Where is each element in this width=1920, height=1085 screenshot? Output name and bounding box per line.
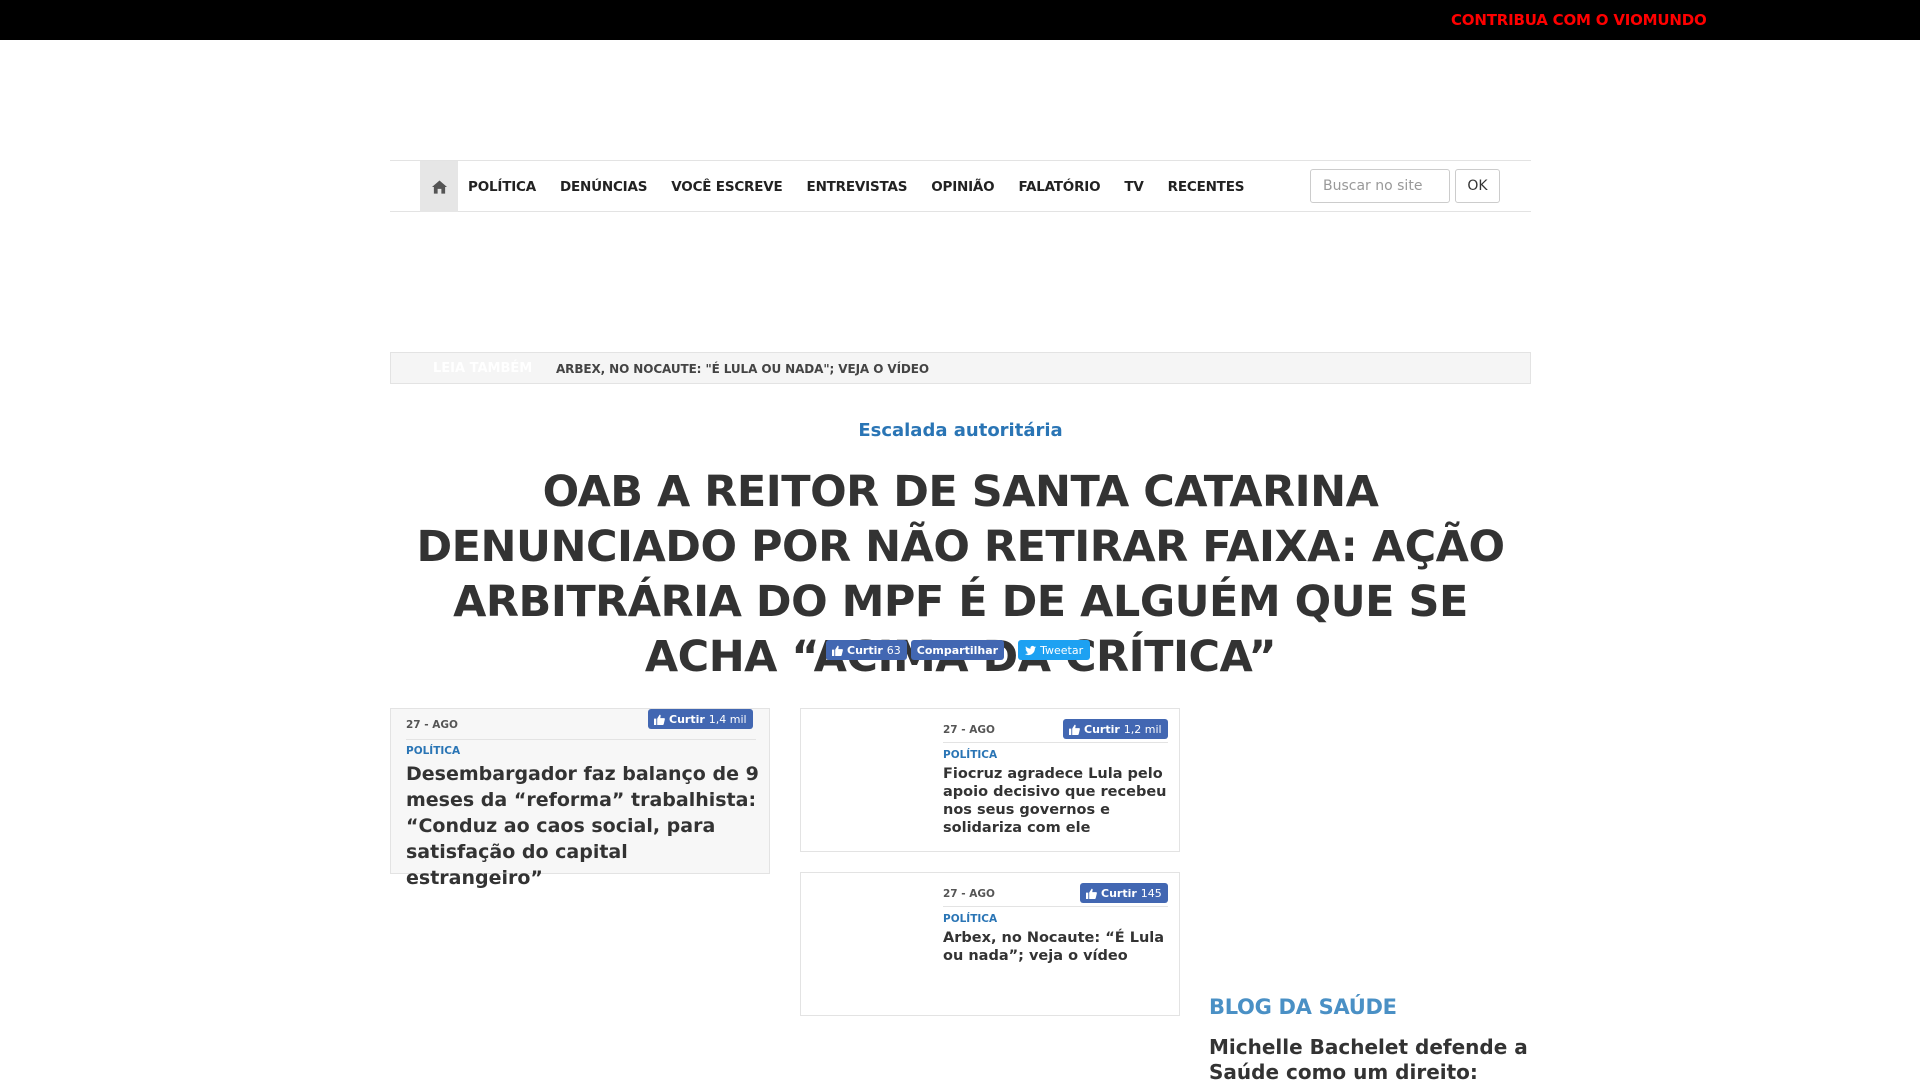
- card-like-button[interactable]: Curtir 1,4 mil: [648, 709, 753, 729]
- card-category[interactable]: POLÍTICA: [406, 745, 460, 757]
- nav-item-tv[interactable]: TV: [1124, 179, 1143, 195]
- top-bar: CONTRIBUA COM O VIOMUNDO: [0, 0, 1920, 40]
- nav-item-entrevistas[interactable]: ENTREVISTAS: [807, 179, 908, 195]
- tweet-label: Tweetar: [1040, 643, 1084, 657]
- card-divider: [943, 906, 1168, 907]
- main-nav: POLÍTICA DENÚNCIAS VOCÊ ESCREVE ENTREVIS…: [390, 160, 1531, 212]
- tweet-button[interactable]: Tweetar: [1018, 640, 1091, 660]
- nav-menu: POLÍTICA DENÚNCIAS VOCÊ ESCREVE ENTREVIS…: [468, 161, 1268, 212]
- facebook-share-button[interactable]: Compartilhar: [910, 640, 1005, 660]
- nav-item-denuncias[interactable]: DENÚNCIAS: [560, 179, 647, 195]
- nav-item-voce-escreve[interactable]: VOCÊ ESCREVE: [671, 179, 782, 195]
- card-like-button[interactable]: Curtir 1,2 mil: [1063, 719, 1168, 739]
- card-like-button[interactable]: Curtir 145: [1080, 883, 1168, 903]
- card-date: 27 - AGO: [943, 724, 995, 736]
- card-title[interactable]: Fiocruz agradece Lula pelo apoio decisiv…: [943, 765, 1173, 837]
- card-title[interactable]: Desembargador faz balanço de 9 meses da …: [406, 761, 761, 891]
- thumbs-up-icon: [1086, 888, 1097, 899]
- like-count: 1,4 mil: [708, 712, 747, 726]
- contribute-link[interactable]: CONTRIBUA COM O VIOMUNDO: [1451, 11, 1707, 29]
- like-label: Curtir: [847, 643, 883, 657]
- card-category[interactable]: POLÍTICA: [943, 749, 997, 761]
- like-label: Curtir: [1101, 886, 1137, 900]
- card-date: 27 - AGO: [406, 719, 458, 731]
- card-divider: [406, 739, 756, 740]
- home-icon: [431, 179, 447, 194]
- leia-tambem-headline[interactable]: ARBEX, NO NOCAUTE: "É LULA OU NADA"; VEJ…: [556, 362, 929, 376]
- card-category[interactable]: POLÍTICA: [943, 913, 997, 925]
- share-bar: Curtir 63 Compartilhar Tweetar: [826, 640, 1091, 661]
- thumbs-up-icon: [1069, 724, 1080, 735]
- facebook-like-button[interactable]: Curtir 63: [826, 640, 907, 660]
- nav-item-falatorio[interactable]: FALATÓRIO: [1018, 179, 1100, 195]
- nav-item-recentes[interactable]: RECENTES: [1168, 179, 1245, 195]
- like-label: Curtir: [669, 712, 705, 726]
- home-button[interactable]: [420, 161, 458, 212]
- leia-tambem-bar: LEIA TAMBÉM ARBEX, NO NOCAUTE: "É LULA O…: [390, 352, 1531, 384]
- related-card-1[interactable]: 27 - AGO Curtir 1,4 mil POLÍTICA Desemba…: [390, 708, 770, 889]
- twitter-bird-icon: [1025, 645, 1037, 655]
- card-title[interactable]: Arbex, no Nocaute: “É Lula ou nada”; vej…: [943, 929, 1173, 965]
- like-count: 63: [886, 643, 901, 657]
- related-card-3[interactable]: 27 - AGO Curtir 145 POLÍTICA Arbex, no N…: [800, 872, 1180, 1016]
- related-card-2[interactable]: 27 - AGO Curtir 1,2 mil POLÍTICA Fiocruz…: [800, 708, 1180, 852]
- blog-article-title[interactable]: Michelle Bachelet defende a Saúde como u…: [1209, 1035, 1529, 1085]
- blog-da-saude-title[interactable]: BLOG DA SAÚDE: [1209, 995, 1397, 1019]
- card-date: 27 - AGO: [943, 888, 995, 900]
- like-label: Curtir: [1084, 722, 1120, 736]
- thumbs-up-icon: [654, 714, 665, 725]
- article-kicker[interactable]: Escalada autoritária: [390, 420, 1531, 441]
- like-count: 145: [1140, 886, 1162, 900]
- thumbs-up-icon: [832, 645, 843, 656]
- search-input[interactable]: [1310, 169, 1450, 203]
- like-count: 1,2 mil: [1123, 722, 1162, 736]
- search-button[interactable]: OK: [1455, 169, 1500, 203]
- card-divider: [943, 742, 1168, 743]
- nav-item-politica[interactable]: POLÍTICA: [468, 179, 536, 195]
- nav-item-opiniao[interactable]: OPINIÃO: [931, 179, 994, 195]
- leia-tambem-label: LEIA TAMBÉM: [433, 361, 533, 376]
